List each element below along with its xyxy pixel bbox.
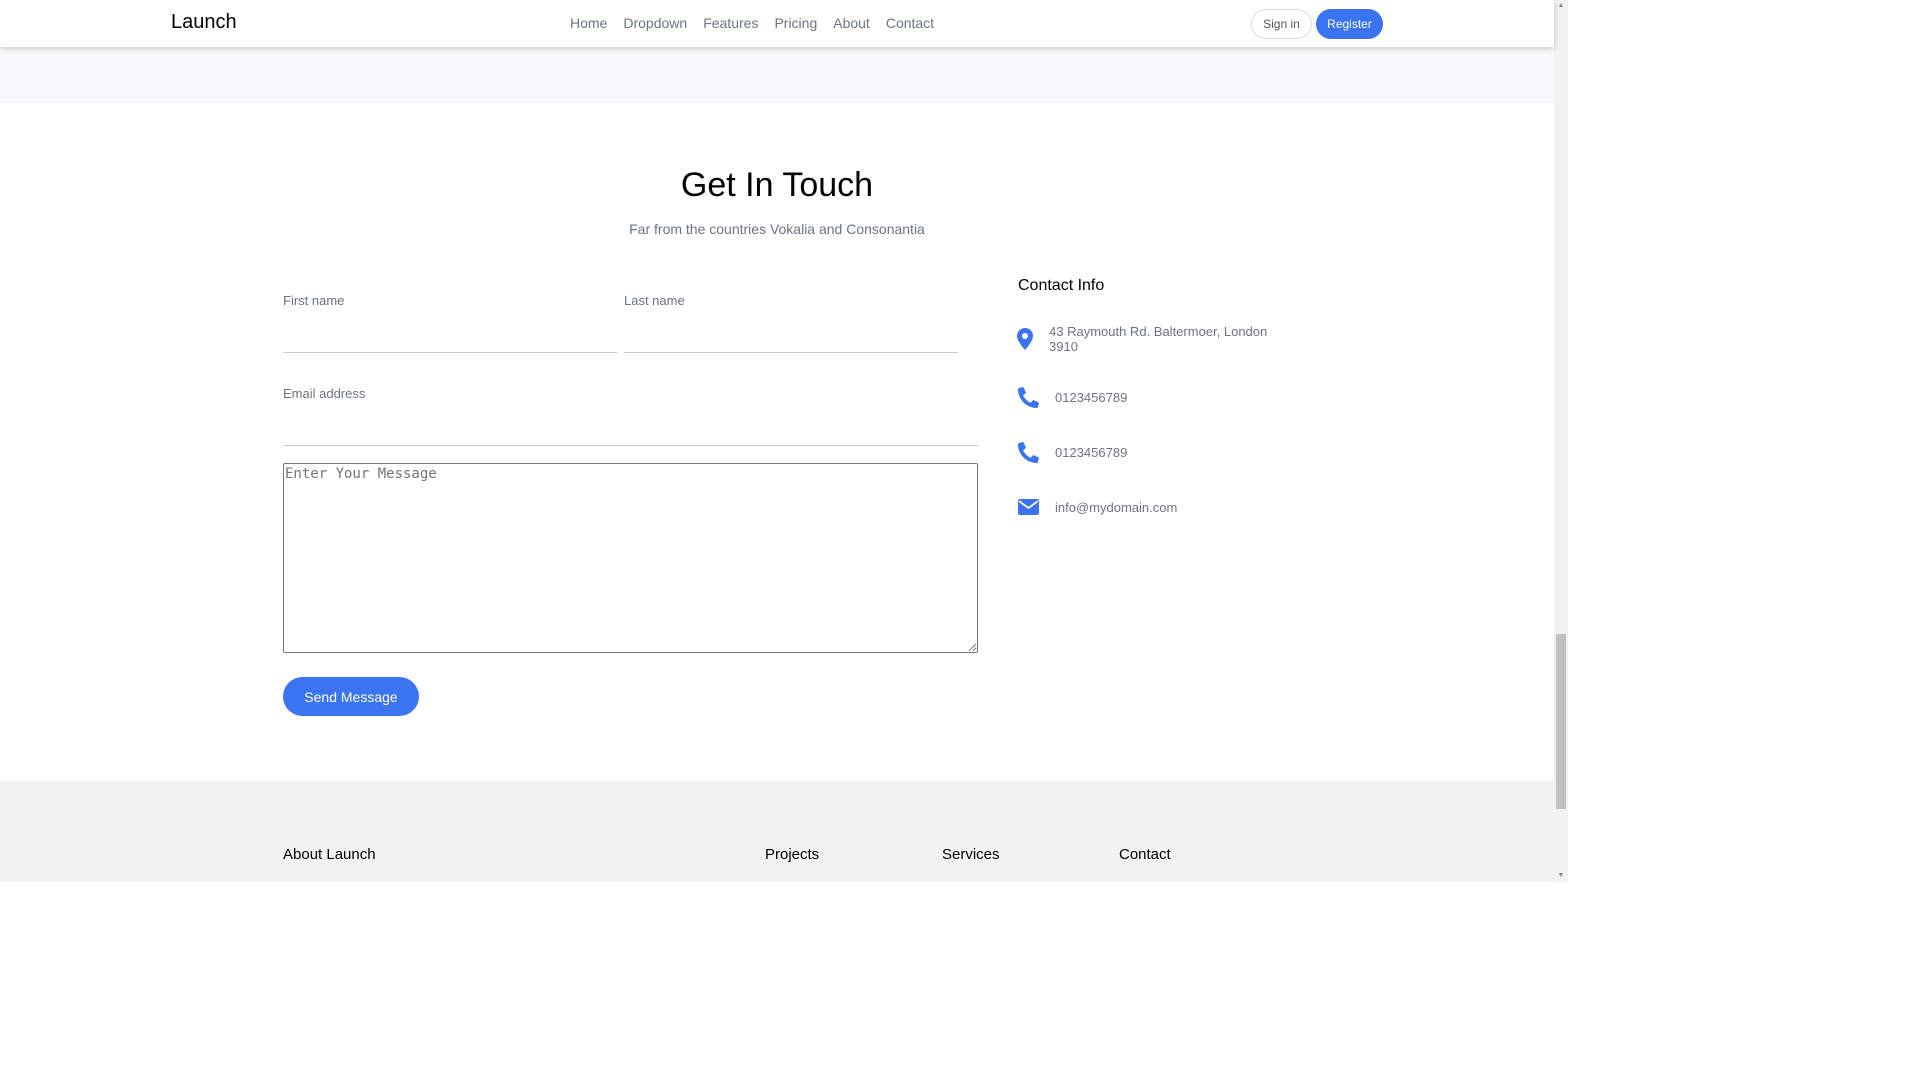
footer-heading-about: About Launch bbox=[283, 846, 376, 863]
nav-link-home[interactable]: Home bbox=[562, 15, 615, 31]
nav-link-contact[interactable]: Contact bbox=[878, 15, 942, 31]
phone-icon bbox=[1018, 387, 1039, 413]
phone-icon bbox=[1018, 442, 1039, 468]
section-subtitle: Far from the countries Vokalia and Conso… bbox=[629, 221, 925, 237]
email-label: Email address bbox=[283, 386, 366, 401]
footer-heading-services: Services bbox=[942, 846, 1000, 863]
email-input[interactable] bbox=[283, 414, 978, 446]
contact-phone-1: 0123456789 bbox=[1055, 390, 1128, 405]
last-name-input[interactable] bbox=[624, 321, 958, 353]
footer: About Launch Projects Services Contact bbox=[0, 781, 1554, 882]
last-name-label: Last name bbox=[624, 293, 685, 308]
map-pin-icon bbox=[1017, 328, 1033, 355]
top-band bbox=[0, 47, 1554, 103]
page: Launch Home Dropdown Features Pricing Ab… bbox=[0, 0, 1568, 882]
envelope-icon bbox=[1018, 499, 1039, 520]
brand-logo[interactable]: Launch bbox=[171, 11, 237, 34]
nav-link-about[interactable]: About bbox=[825, 15, 878, 31]
first-name-label: First name bbox=[283, 293, 345, 308]
nav-link-dropdown[interactable]: Dropdown bbox=[615, 15, 695, 31]
sign-in-button[interactable]: Sign in bbox=[1251, 9, 1312, 39]
nav-link-features[interactable]: Features bbox=[695, 15, 766, 31]
scroll-down-arrow-icon[interactable]: ▼ bbox=[1554, 870, 1568, 882]
footer-heading-projects: Projects bbox=[765, 846, 820, 863]
contact-phone-2: 0123456789 bbox=[1055, 445, 1128, 460]
page-scrollbar[interactable]: ▲ ▼ bbox=[1554, 0, 1568, 882]
footer-heading-contact: Contact bbox=[1119, 846, 1171, 863]
register-button[interactable]: Register bbox=[1316, 9, 1383, 39]
first-name-input[interactable] bbox=[283, 321, 617, 353]
nav-links: Home Dropdown Features Pricing About Con… bbox=[562, 15, 942, 31]
section-title: Get In Touch bbox=[680, 166, 874, 204]
send-message-button[interactable]: Send Message bbox=[283, 677, 419, 716]
contact-address: 43 Raymouth Rd. Baltermoer, London 3910 bbox=[1049, 324, 1268, 354]
navbar: Launch Home Dropdown Features Pricing Ab… bbox=[0, 0, 1554, 47]
scroll-up-arrow-icon[interactable]: ▲ bbox=[1554, 0, 1568, 12]
contact-info-title: Contact Info bbox=[1018, 277, 1105, 294]
scrollbar-thumb[interactable] bbox=[1556, 634, 1566, 809]
contact-email[interactable]: info@mydomain.com bbox=[1055, 500, 1177, 515]
message-textarea[interactable] bbox=[283, 463, 978, 653]
nav-link-pricing[interactable]: Pricing bbox=[766, 15, 825, 31]
